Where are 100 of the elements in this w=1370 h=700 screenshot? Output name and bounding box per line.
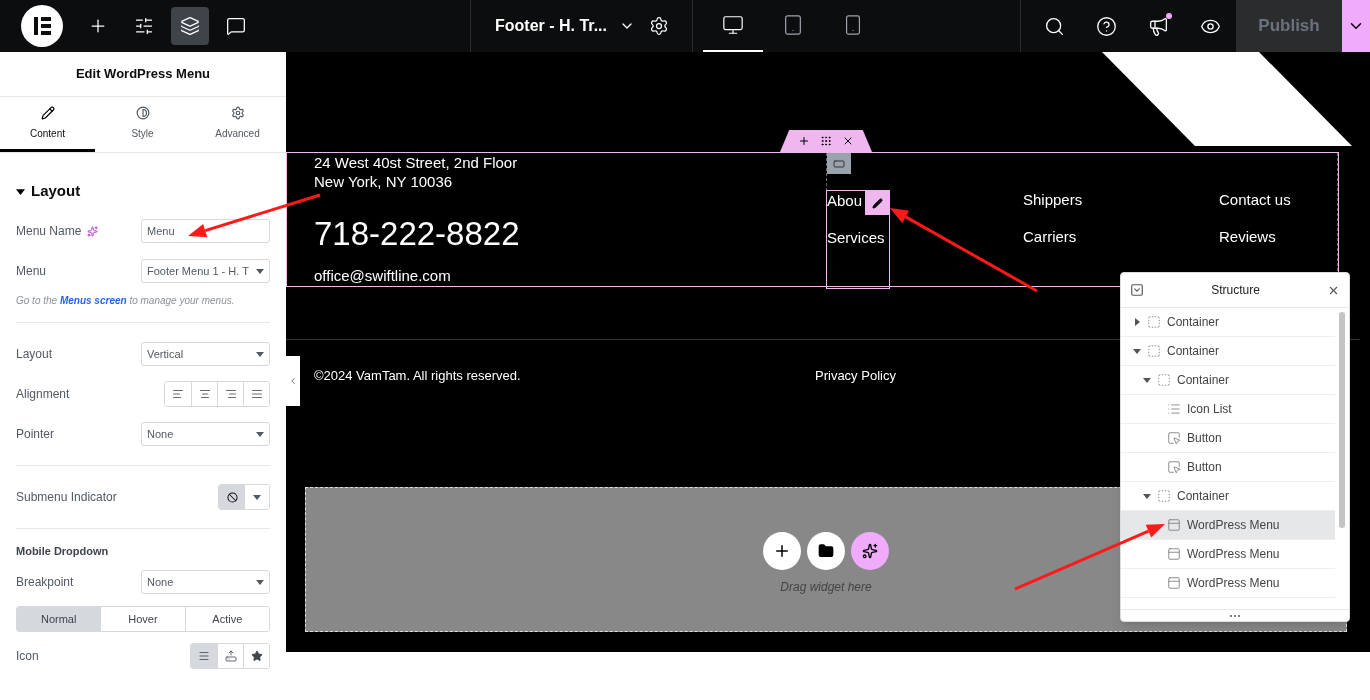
tablet-icon (782, 14, 804, 36)
menu-widget-icon (1167, 547, 1181, 561)
expanded-caret-icon[interactable] (1143, 492, 1151, 500)
tree-item[interactable]: WordPress Menu (1121, 540, 1335, 569)
control-label: Breakpoint (16, 574, 74, 591)
expanded-caret-icon[interactable] (1143, 376, 1151, 384)
tree-item[interactable]: Button (1121, 453, 1335, 482)
logo-icon[interactable] (21, 5, 63, 47)
menu-link[interactable]: Carriers (1023, 227, 1077, 247)
widget-handle-icon (833, 157, 845, 170)
justify-option[interactable] (243, 382, 269, 406)
align-right-icon (224, 388, 237, 400)
tree-item[interactable]: Container (1121, 366, 1335, 395)
expanded-caret-icon[interactable] (1133, 347, 1141, 355)
chevron-left-icon (288, 376, 298, 386)
container-icon (1157, 373, 1171, 387)
nav-menu[interactable]: Abou Services (826, 190, 890, 289)
privacy-policy-link[interactable]: Privacy Policy (815, 366, 896, 386)
container-icon (1147, 315, 1161, 329)
star-icon (250, 650, 263, 662)
control-label: Submenu Indicator (16, 489, 117, 506)
text-field[interactable]: Menu (141, 219, 270, 243)
ban-icon (226, 491, 238, 503)
plus-icon (773, 542, 791, 560)
section-toggle[interactable]: Layout (16, 173, 270, 209)
select-field[interactable]: None (141, 570, 270, 594)
nav-menu[interactable]: Contact us Reviews (1219, 190, 1337, 247)
hamburger-icon (198, 650, 210, 662)
control-label: Icon (16, 648, 39, 665)
tree-item[interactable]: Container (1121, 337, 1335, 366)
contrast-icon (135, 105, 150, 120)
tree-item[interactable]: Container (1121, 308, 1335, 337)
tree-item[interactable]: Icon List (1121, 395, 1335, 424)
button-icon (1167, 460, 1181, 474)
state-tab[interactable]: Normal (17, 607, 101, 631)
nav-menu[interactable]: Shippers Carriers (1023, 190, 1219, 247)
expanded-caret-icon (16, 186, 25, 196)
drag-handle-icon[interactable] (820, 135, 832, 147)
collapse-panel-handle[interactable] (286, 356, 300, 406)
dropdown-caret-icon (256, 431, 264, 437)
button-icon (1167, 431, 1181, 445)
menu-widget-icon (1167, 576, 1181, 590)
address-line: New York, NY 10036 (314, 172, 454, 191)
menu-link[interactable]: Reviews (1219, 227, 1276, 247)
gear-icon (230, 105, 245, 120)
dropdown-caret-icon (256, 351, 264, 357)
control-label: Menu Name (16, 223, 82, 240)
state-tab[interactable]: Active (184, 607, 269, 631)
align-left-icon (172, 388, 184, 400)
collapsed-caret-icon[interactable] (1133, 318, 1141, 326)
ai-sparkle-icon[interactable] (87, 225, 99, 237)
edit-widget-button[interactable] (865, 191, 889, 215)
container-icon (1157, 489, 1171, 503)
menu-link[interactable]: Services (827, 228, 885, 248)
select-field[interactable]: None (141, 422, 270, 446)
star-option[interactable] (243, 644, 269, 668)
menu-link[interactable]: Abou (827, 191, 863, 211)
gear-icon[interactable] (649, 16, 669, 36)
address-line: 24 West 40st Street, 2nd Floor (314, 153, 519, 172)
pencil-icon (40, 105, 55, 120)
sparkles-icon (862, 543, 878, 559)
control-label: Alignment (16, 386, 70, 403)
tree-item[interactable]: WordPress Menu (1121, 569, 1335, 598)
folder-icon (818, 543, 834, 559)
search-icon (1044, 15, 1065, 37)
document-title-button[interactable]: Footer - H. Tr... (495, 14, 635, 38)
dropdown-caret-icon (253, 494, 261, 500)
ai-button[interactable] (851, 532, 889, 570)
menu-link[interactable]: Shippers (1023, 190, 1083, 210)
desktop-icon (722, 14, 744, 36)
tree-item[interactable]: Container (1121, 482, 1335, 511)
control-label: Pointer (16, 426, 55, 443)
structure-tool-button[interactable] (171, 7, 209, 45)
close-icon[interactable] (842, 135, 854, 147)
control-label: Layout (16, 346, 53, 363)
plus-icon[interactable] (798, 135, 810, 147)
scrollbar-thumb[interactable] (1339, 312, 1345, 528)
template-library-button[interactable] (807, 532, 845, 570)
copyright-text: ©2024 VamTam. All rights reserved. (314, 367, 522, 385)
panel-tab[interactable]: Content (0, 97, 95, 152)
tree-item[interactable]: Button (1121, 424, 1335, 453)
dock-icon[interactable] (1130, 283, 1144, 297)
add-section-button[interactable] (763, 532, 801, 570)
menus-screen-link[interactable]: Menus screen (59, 295, 127, 306)
dropdown-caret-icon (256, 268, 264, 274)
panel-tab[interactable]: Advanced (190, 97, 285, 152)
phone-number: 718-222-8822 (314, 214, 521, 254)
select-field[interactable]: Footer Menu 1 - H. T (141, 259, 270, 283)
select-field[interactable]: Vertical (141, 342, 270, 366)
widget-handle[interactable] (827, 153, 851, 174)
control-label: Menu (16, 263, 47, 280)
menu-link[interactable]: Contact us (1219, 190, 1291, 210)
icon-option[interactable] (219, 485, 245, 509)
panel-tab[interactable]: Style (95, 97, 190, 152)
layers-icon (180, 16, 200, 36)
container-icon (1147, 344, 1161, 358)
megaphone-icon (1148, 15, 1169, 37)
hamburger-option[interactable] (191, 644, 217, 668)
pencil-icon (871, 197, 883, 209)
tree-item[interactable]: WordPress Menu (1121, 511, 1335, 540)
